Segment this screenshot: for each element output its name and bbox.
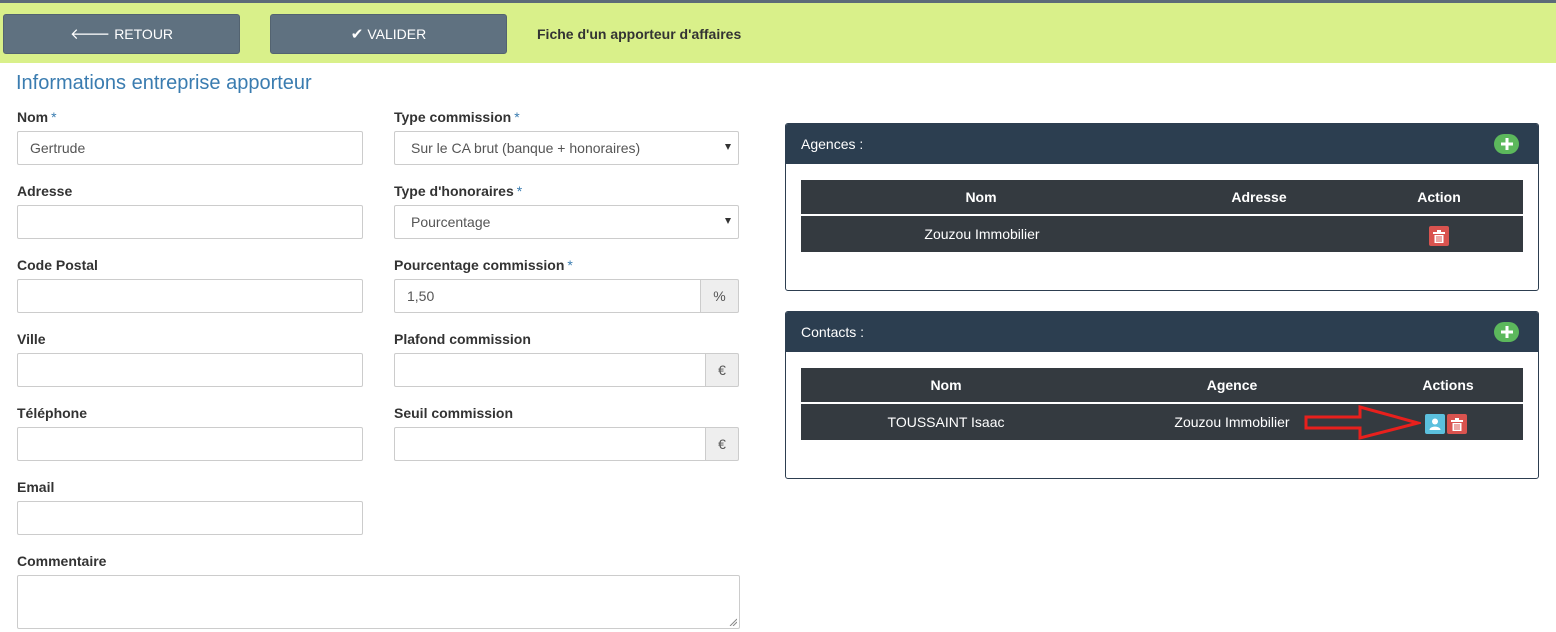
type-commission-select[interactable]: Sur le CA brut (banque + honoraires) bbox=[394, 131, 739, 165]
seuil-commission-input[interactable] bbox=[394, 427, 706, 461]
commentaire-label: Commentaire bbox=[17, 553, 107, 569]
nom-label: Nom * bbox=[17, 109, 57, 125]
nom-label-text: Nom bbox=[17, 109, 49, 125]
telephone-label: Téléphone bbox=[17, 405, 88, 421]
contact-agence: Zouzou Immobilier bbox=[1174, 414, 1290, 430]
table-row: TOUSSAINT Isaac Zouzou Immobilier bbox=[801, 404, 1523, 440]
ville-label: Ville bbox=[17, 331, 46, 347]
check-icon: ✔ bbox=[350, 25, 364, 43]
back-button[interactable]: 🡐 RETOUR bbox=[3, 14, 240, 54]
add-agence-button[interactable] bbox=[1494, 134, 1519, 154]
adresse-input[interactable] bbox=[17, 205, 363, 239]
type-honoraires-value: Pourcentage bbox=[411, 214, 491, 230]
caret-down-icon bbox=[725, 144, 731, 150]
euro-addon: € bbox=[706, 427, 739, 461]
adresse-label: Adresse bbox=[17, 183, 73, 199]
table-header-row: Nom Agence Actions bbox=[801, 368, 1523, 404]
column-header-agence: Agence bbox=[1206, 377, 1258, 393]
trash-icon bbox=[1433, 229, 1445, 243]
percent-addon: % bbox=[701, 279, 739, 313]
pourcentage-commission-label: Pourcentage commission * bbox=[394, 257, 573, 273]
contacts-table: Nom Agence Actions TOUSSAINT Isaac Zouzo… bbox=[801, 368, 1523, 440]
view-contact-button[interactable] bbox=[1425, 414, 1445, 434]
column-header-action: Action bbox=[1417, 189, 1461, 205]
type-honoraires-label-text: Type d'honoraires bbox=[394, 183, 514, 199]
ville-input[interactable] bbox=[17, 353, 363, 387]
delete-agence-button[interactable] bbox=[1429, 226, 1449, 246]
agences-panel-title: Agences : bbox=[801, 136, 864, 152]
type-honoraires-select[interactable]: Pourcentage bbox=[394, 205, 739, 239]
pourcentage-commission-label-text: Pourcentage commission bbox=[394, 257, 565, 273]
required-marker: * bbox=[51, 109, 57, 125]
column-header-actions: Actions bbox=[1422, 377, 1474, 393]
arrow-left-icon: 🡐 bbox=[69, 25, 111, 43]
column-header-nom: Nom bbox=[930, 377, 962, 393]
required-marker: * bbox=[514, 109, 520, 125]
pourcentage-commission-value: 1,50 bbox=[407, 288, 435, 304]
validate-button[interactable]: ✔ VALIDER bbox=[270, 14, 507, 54]
commentaire-textarea[interactable] bbox=[17, 575, 740, 629]
page-title: Fiche d'un apporteur d'affaires bbox=[537, 26, 742, 42]
agences-table: Nom Adresse Action Zouzou Immobilier bbox=[801, 180, 1523, 252]
nom-input-value: Gertrude bbox=[30, 140, 86, 156]
resize-handle-icon[interactable] bbox=[729, 618, 737, 626]
plafond-commission-input[interactable] bbox=[394, 353, 706, 387]
column-header-adresse: Adresse bbox=[1231, 189, 1287, 205]
toolbar: 🡐 RETOUR ✔ VALIDER Fiche d'un apporteur … bbox=[0, 3, 1556, 63]
validate-button-label: VALIDER bbox=[367, 26, 427, 42]
contacts-panel-title: Contacts : bbox=[801, 324, 865, 340]
email-input[interactable] bbox=[17, 501, 363, 535]
agences-panel: Agences : Nom Adresse Action Zouzou Immo… bbox=[785, 123, 1539, 291]
contacts-panel: Contacts : Nom Agence Actions TOUSSAINT … bbox=[785, 311, 1539, 479]
plus-icon bbox=[1500, 138, 1513, 150]
required-marker: * bbox=[567, 257, 573, 273]
euro-addon: € bbox=[706, 353, 739, 387]
code-postal-label: Code Postal bbox=[17, 257, 98, 273]
pourcentage-commission-input[interactable]: 1,50 bbox=[394, 279, 701, 313]
user-icon bbox=[1429, 418, 1441, 430]
type-commission-label: Type commission * bbox=[394, 109, 520, 125]
contacts-panel-header: Contacts : bbox=[786, 312, 1538, 352]
plus-icon bbox=[1500, 326, 1513, 338]
telephone-input[interactable] bbox=[17, 427, 363, 461]
nom-input[interactable]: Gertrude bbox=[17, 131, 363, 165]
agence-nom: Zouzou Immobilier bbox=[924, 226, 1040, 242]
back-button-label: RETOUR bbox=[114, 26, 174, 42]
table-row: Zouzou Immobilier bbox=[801, 216, 1523, 252]
type-commission-value: Sur le CA brut (banque + honoraires) bbox=[411, 140, 641, 156]
section-title: Informations entreprise apporteur bbox=[16, 72, 312, 94]
type-honoraires-label: Type d'honoraires * bbox=[394, 183, 522, 199]
contact-nom: TOUSSAINT Isaac bbox=[887, 414, 1005, 430]
caret-down-icon bbox=[725, 218, 731, 224]
red-arrow-annotation-icon bbox=[1304, 405, 1421, 440]
email-label: Email bbox=[17, 479, 55, 495]
agences-panel-header: Agences : bbox=[786, 124, 1538, 164]
add-contact-button[interactable] bbox=[1494, 322, 1519, 342]
required-marker: * bbox=[516, 183, 523, 199]
type-commission-label-text: Type commission bbox=[394, 109, 512, 125]
table-header-row: Nom Adresse Action bbox=[801, 180, 1523, 216]
trash-icon bbox=[1451, 417, 1463, 431]
seuil-commission-label: Seuil commission bbox=[394, 405, 514, 421]
column-header-nom: Nom bbox=[965, 189, 997, 205]
delete-contact-button[interactable] bbox=[1447, 414, 1467, 434]
code-postal-input[interactable] bbox=[17, 279, 363, 313]
plafond-commission-label: Plafond commission bbox=[394, 331, 531, 347]
